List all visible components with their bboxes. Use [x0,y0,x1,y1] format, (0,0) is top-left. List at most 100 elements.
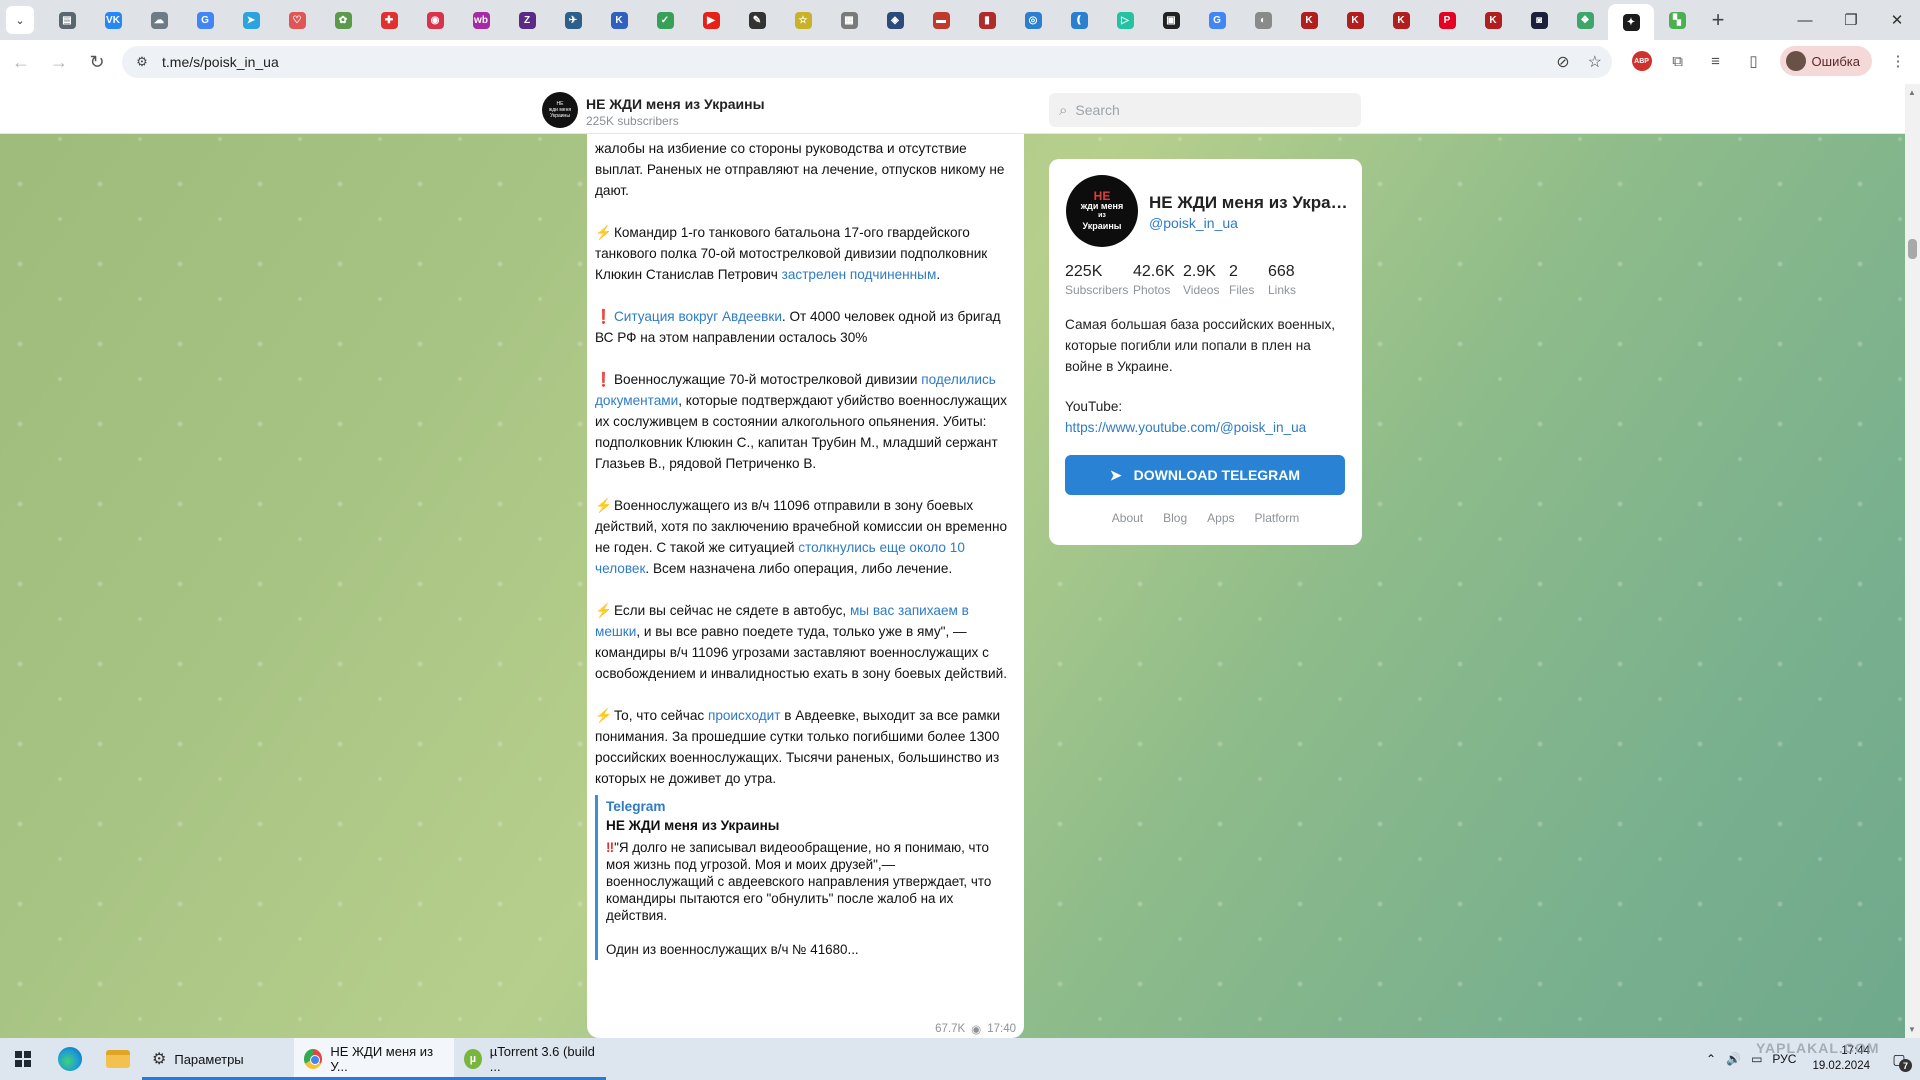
browser-tab[interactable]: ▮ [964,3,1010,37]
browser-tab[interactable]: ▚ [1654,3,1700,37]
browser-tab[interactable]: ◈ [872,3,918,37]
footer-link-blog[interactable]: Blog [1163,511,1187,525]
forward-icon[interactable]: → [42,45,76,79]
adblock-icon[interactable]: ABP [1631,51,1652,71]
browser-tab[interactable]: Z [504,3,550,37]
browser-tab[interactable]: ▦ [826,3,872,37]
browser-tab[interactable]: ◙ [1516,3,1562,37]
browser-tab[interactable]: ▣ [1148,3,1194,37]
stat-label: Videos [1183,283,1220,297]
youtube-link[interactable]: https://www.youtube.com/@poisk_in_ua [1065,420,1306,435]
page-scrollbar[interactable]: ▲ ▼ [1905,84,1920,1038]
browser-tab[interactable]: ✈ [550,3,596,37]
search-input[interactable] [1075,102,1326,118]
speaker-icon[interactable]: 🔊 [1726,1052,1741,1066]
browser-tab[interactable]: K [1286,3,1332,37]
browser-tab[interactable]: ◐ [1240,3,1286,37]
message-paragraph: ❗ Ситуация вокруг Авдеевки. От 4000 челов… [595,306,1014,348]
browser-tab[interactable]: ➤ [228,3,274,37]
minimize-icon[interactable]: — [1782,0,1828,40]
menu-icon[interactable]: ⋮ [1886,49,1910,73]
stat-files: 2 Files [1229,262,1268,298]
start-button[interactable] [0,1038,46,1080]
folder-icon [106,1050,130,1068]
browser-tab[interactable]: ◉ [412,3,458,37]
browser-tab[interactable]: ✓ [642,3,688,37]
browser-tab[interactable]: K [1332,3,1378,37]
new-tab-button[interactable]: + [1702,4,1734,36]
eye-slash-icon[interactable]: ⊘ [1556,52,1569,72]
browser-tab[interactable]: ✦ [1608,4,1654,40]
scroll-thumb[interactable] [1908,239,1917,259]
browser-tab[interactable]: ✚ [366,3,412,37]
explorer-taskbar-button[interactable] [94,1038,142,1080]
stat-subscribers: 225K Subscribers [1065,262,1133,298]
browser-tab[interactable]: ▶ [688,3,734,37]
message-paragraph: ⚡ Командир 1-го танкового батальона 17-ог… [595,222,1014,285]
bookmark-star-icon[interactable]: ☆ [1588,52,1602,72]
doc-favicon: ▦ [840,11,858,29]
wb-favicon: wb [472,11,490,29]
channel-avatar[interactable]: НЕ жди меня из Украины [1066,175,1138,247]
url-text[interactable]: t.me/s/poisk_in_ua [162,54,279,70]
browser-tab[interactable]: ▬ [918,3,964,37]
reload-icon[interactable]: ↻ [80,45,114,79]
window-controls: — ❐ ✕ [1782,0,1920,40]
browser-tab[interactable]: ✎ [734,3,780,37]
back-icon[interactable]: ← [4,45,38,79]
message-link[interactable]: Ситуация вокруг Авдеевки [614,309,782,324]
watermark: YAPLAKAL.COM [1756,1040,1880,1056]
browser-tab[interactable]: K [1378,3,1424,37]
channel-handle[interactable]: @poisk_in_ua [1149,215,1238,231]
browser-tab[interactable]: K [1470,3,1516,37]
media-control-icon[interactable]: ≡ [1704,49,1728,73]
taskbar-chrome[interactable]: НЕ ЖДИ меня из У... [294,1038,454,1080]
taskbar-settings[interactable]: ⚙ Параметры [142,1038,294,1080]
notifications-button[interactable]: ▢ 7 [1886,1046,1912,1072]
browser-tab[interactable]: ❪ [1056,3,1102,37]
message-link[interactable]: застрелен подчиненным [782,267,937,282]
browser-tab[interactable]: ☆ [780,3,826,37]
browser-tab[interactable]: VK [90,3,136,37]
footer-link-platform[interactable]: Platform [1255,511,1300,525]
lightning-icon: ⚡ [595,498,612,513]
scroll-down-icon[interactable]: ▼ [1908,1025,1916,1034]
browser-tab[interactable]: ▷ [1102,3,1148,37]
browser-tab[interactable]: G [182,3,228,37]
browser-tab[interactable]: wb [458,3,504,37]
search-box[interactable]: ⌕ [1049,93,1361,127]
task-label: µTorrent 3.6 (build ... [489,1044,595,1074]
browser-tab[interactable]: ☁ [136,3,182,37]
scroll-up-icon[interactable]: ▲ [1908,88,1916,97]
edge-taskbar-button[interactable] [46,1038,94,1080]
message-link[interactable]: происходит [708,708,781,723]
extensions-icon[interactable]: ⧉ [1666,49,1690,73]
channel-avatar-small[interactable]: НЕ жди меня Украины [542,92,578,128]
browser-tab[interactable]: P [1424,3,1470,37]
browser-tab[interactable]: K [596,3,642,37]
browser-tab[interactable]: G [1194,3,1240,37]
link-preview[interactable]: Telegram НЕ ЖДИ меня из Украины ‼"Я долг… [595,795,1014,960]
browser-tab[interactable]: ✿ [320,3,366,37]
utorrent-icon: µ [464,1049,482,1069]
browser-tab[interactable]: ❖ [1562,3,1608,37]
side-panel-icon[interactable]: ▯ [1742,49,1766,73]
download-telegram-button[interactable]: ➤ DOWNLOAD TELEGRAM [1065,455,1345,495]
close-icon[interactable]: ✕ [1874,0,1920,40]
browser-tab[interactable]: ▤ [44,3,90,37]
tab-search-button[interactable]: ⌄ [6,6,34,34]
pill-favicon: ◎ [1024,11,1042,29]
browser-tab[interactable]: ♡ [274,3,320,37]
profile-button[interactable]: Ошибка [1779,46,1872,76]
avatar-line: НЕ [1093,189,1111,203]
site-info-icon[interactable]: ⚙ [130,50,154,74]
footer-link-apps[interactable]: Apps [1207,511,1234,525]
taskbar-utorrent[interactable]: µ µTorrent 3.6 (build ... [454,1038,606,1080]
browser-tab[interactable]: ◎ [1010,3,1056,37]
footer-link-about[interactable]: About [1112,511,1143,525]
chevron-up-icon[interactable]: ⌃ [1706,1052,1716,1066]
channel-title[interactable]: НЕ ЖДИ меня из Украины [586,96,765,112]
address-bar[interactable]: ⚙ t.me/s/poisk_in_ua ⊘ ☆ [122,46,1612,78]
restore-icon[interactable]: ❐ [1828,0,1874,40]
stat-videos: 2.9K Videos [1183,262,1229,298]
